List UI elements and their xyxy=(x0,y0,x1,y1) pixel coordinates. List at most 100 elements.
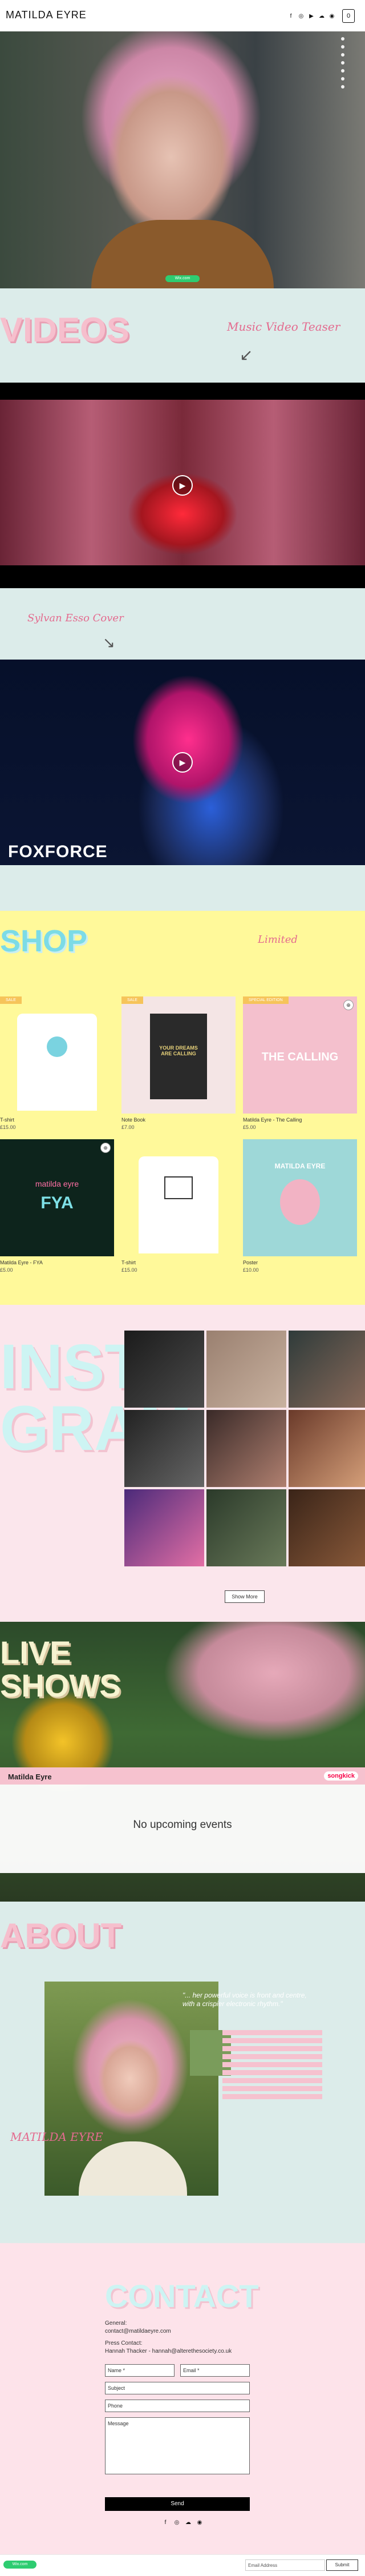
instagram-post[interactable] xyxy=(124,1410,204,1487)
instagram-post[interactable] xyxy=(206,1489,286,1566)
songkick-logo[interactable]: songkick xyxy=(324,1771,358,1781)
about-section: ABOUT "... her powerful voice is front a… xyxy=(0,1902,365,2243)
poster-figure xyxy=(280,1179,320,1225)
play-icon[interactable]: ▶ xyxy=(172,475,193,496)
instagram-post[interactable] xyxy=(289,1489,365,1566)
product-image[interactable]: SALE xyxy=(0,996,114,1114)
press-contact[interactable]: Hannah Thacker - hannah@alterethesociety… xyxy=(105,2348,232,2354)
cart-icon[interactable]: 0 xyxy=(342,9,355,23)
text-highlight xyxy=(222,2038,322,2043)
youtube-icon[interactable]: ▶ xyxy=(308,13,315,19)
product-card[interactable]: THE CALLING SPECIAL EDITION ⊕ Matilda Ey… xyxy=(243,996,357,1130)
newsletter-email-input[interactable]: Email Address xyxy=(245,2559,325,2571)
play-icon[interactable]: ▶ xyxy=(172,752,193,773)
product-price: £7.00 xyxy=(121,1124,135,1130)
tshirt-print xyxy=(47,1036,67,1057)
product-name[interactable]: Poster xyxy=(243,1260,357,1265)
show-more-button[interactable]: Show More xyxy=(225,1590,265,1603)
facebook-icon[interactable]: f xyxy=(287,13,294,19)
instagram-post[interactable] xyxy=(124,1331,204,1408)
product-image[interactable]: YOUR DREAMS ARE CALLING SALE xyxy=(121,996,236,1114)
instagram-post[interactable] xyxy=(206,1331,286,1408)
product-image[interactable]: THE CALLING SPECIAL EDITION ⊕ xyxy=(243,996,357,1114)
phone-field[interactable]: Phone xyxy=(105,2400,250,2412)
slider-dot[interactable] xyxy=(341,37,344,41)
text-highlight xyxy=(222,2054,322,2059)
product-name[interactable]: Note Book xyxy=(121,1117,236,1123)
product-card[interactable]: YOUR DREAMS ARE CALLING SALE Note Book £… xyxy=(121,996,236,1130)
shop-title: SHOP xyxy=(0,924,88,958)
videos-section: VIDEOS Music Video Teaser ↙ ▶ Sylvan Ess… xyxy=(0,288,365,911)
soundcloud-icon[interactable]: ☁ xyxy=(185,2519,192,2526)
product-image[interactable]: MATILDA EYRE xyxy=(243,1139,357,1256)
product-name[interactable]: Matilda Eyre - The Calling xyxy=(243,1117,357,1123)
instagram-post[interactable] xyxy=(289,1410,365,1487)
album-text: FYA xyxy=(40,1193,74,1212)
product-image[interactable] xyxy=(121,1139,236,1256)
slider-dot[interactable] xyxy=(341,53,344,57)
spotify-icon[interactable]: ◉ xyxy=(328,13,335,19)
facebook-icon[interactable]: f xyxy=(162,2519,169,2526)
product-image[interactable]: matilda eyre FYA ⊕ xyxy=(0,1139,114,1256)
about-title: ABOUT xyxy=(0,1916,122,1955)
product-price: £5.00 xyxy=(243,1124,256,1130)
spotify-icon[interactable]: ◉ xyxy=(196,2519,203,2526)
video-player-cover[interactable]: ▶ FOXFORCE xyxy=(0,660,365,865)
product-card[interactable]: MATILDA EYRE Poster £10.00 xyxy=(243,1139,357,1273)
tshirt-shape xyxy=(17,1014,97,1111)
message-field[interactable]: Message xyxy=(105,2417,250,2474)
email-field[interactable]: Email * xyxy=(180,2364,250,2377)
instagram-post[interactable] xyxy=(289,1331,365,1408)
product-name[interactable]: Matilda Eyre - FYA xyxy=(0,1260,114,1265)
text-highlight xyxy=(222,2078,322,2083)
wix-badge[interactable]: Wix.com xyxy=(165,275,200,282)
contact-title: CONTACT xyxy=(105,2278,259,2314)
product-price: £15.00 xyxy=(121,1267,137,1273)
slider-dot[interactable] xyxy=(341,85,344,89)
video-player-teaser[interactable]: ▶ xyxy=(0,383,365,588)
product-name[interactable]: T-shirt xyxy=(0,1117,114,1123)
text-highlight xyxy=(222,2030,322,2035)
notebook-shape xyxy=(150,1014,207,1099)
site-logo-text[interactable]: MATILDA EYRE xyxy=(6,9,87,21)
about-quote: "... her powerful voice is front and cen… xyxy=(182,1991,307,2008)
product-card[interactable]: SALE T-shirt £15.00 xyxy=(0,996,114,1130)
tshirt-print xyxy=(164,1176,193,1199)
quick-view-icon[interactable]: ⊕ xyxy=(343,1000,354,1010)
instagram-post[interactable] xyxy=(206,1410,286,1487)
general-label: General: xyxy=(105,2320,127,2326)
about-photo xyxy=(44,1982,218,2196)
instagram-post[interactable] xyxy=(124,1489,204,1566)
slider-dot[interactable] xyxy=(341,77,344,81)
social-bar-bottom: f ◎ ☁ ◉ xyxy=(0,2519,365,2526)
songkick-artist-name[interactable]: Matilda Eyre xyxy=(8,1773,52,1781)
slider-dot[interactable] xyxy=(341,61,344,65)
text-highlight xyxy=(222,2062,322,2067)
product-name[interactable]: T-shirt xyxy=(121,1260,236,1265)
general-email[interactable]: contact@matildaeyre.com xyxy=(105,2328,171,2334)
footer-bar: Wix.com Email Address Submit xyxy=(0,2554,365,2576)
slider-dot[interactable] xyxy=(341,69,344,73)
name-field[interactable]: Name * xyxy=(105,2364,175,2377)
product-card[interactable]: T-shirt £15.00 xyxy=(121,1139,236,1273)
slider-dot[interactable] xyxy=(341,45,344,49)
soundcloud-icon[interactable]: ☁ xyxy=(318,13,325,19)
instagram-icon[interactable]: ◎ xyxy=(173,2519,180,2526)
instagram-icon[interactable]: ◎ xyxy=(298,13,305,19)
send-button[interactable]: Send xyxy=(105,2497,250,2511)
quick-view-icon[interactable]: ⊕ xyxy=(100,1143,111,1153)
album-text: THE CALLING xyxy=(261,1051,339,1063)
text-highlight xyxy=(222,2094,322,2099)
videos-title: VIDEOS xyxy=(0,311,129,349)
live-shows-section: LIVE SHOWS Matilda Eyre songkick No upco… xyxy=(0,1622,365,1902)
newsletter-submit-button[interactable]: Submit xyxy=(326,2559,358,2571)
product-card[interactable]: matilda eyre FYA ⊕ Matilda Eyre - FYA £5… xyxy=(0,1139,114,1273)
social-bar-top: f ◎ ▶ ☁ ◉ xyxy=(287,13,335,19)
wix-badge[interactable]: Wix.com xyxy=(3,2561,36,2569)
text-highlight xyxy=(222,2070,322,2075)
product-ribbon: SALE xyxy=(0,996,22,1004)
subject-field[interactable]: Subject xyxy=(105,2382,250,2394)
site-header: MATILDA EYRE f ◎ ▶ ☁ ◉ 0 xyxy=(0,0,365,31)
tshirt-shape xyxy=(139,1156,218,1253)
cover-label: Sylvan Esso Cover xyxy=(27,612,124,624)
